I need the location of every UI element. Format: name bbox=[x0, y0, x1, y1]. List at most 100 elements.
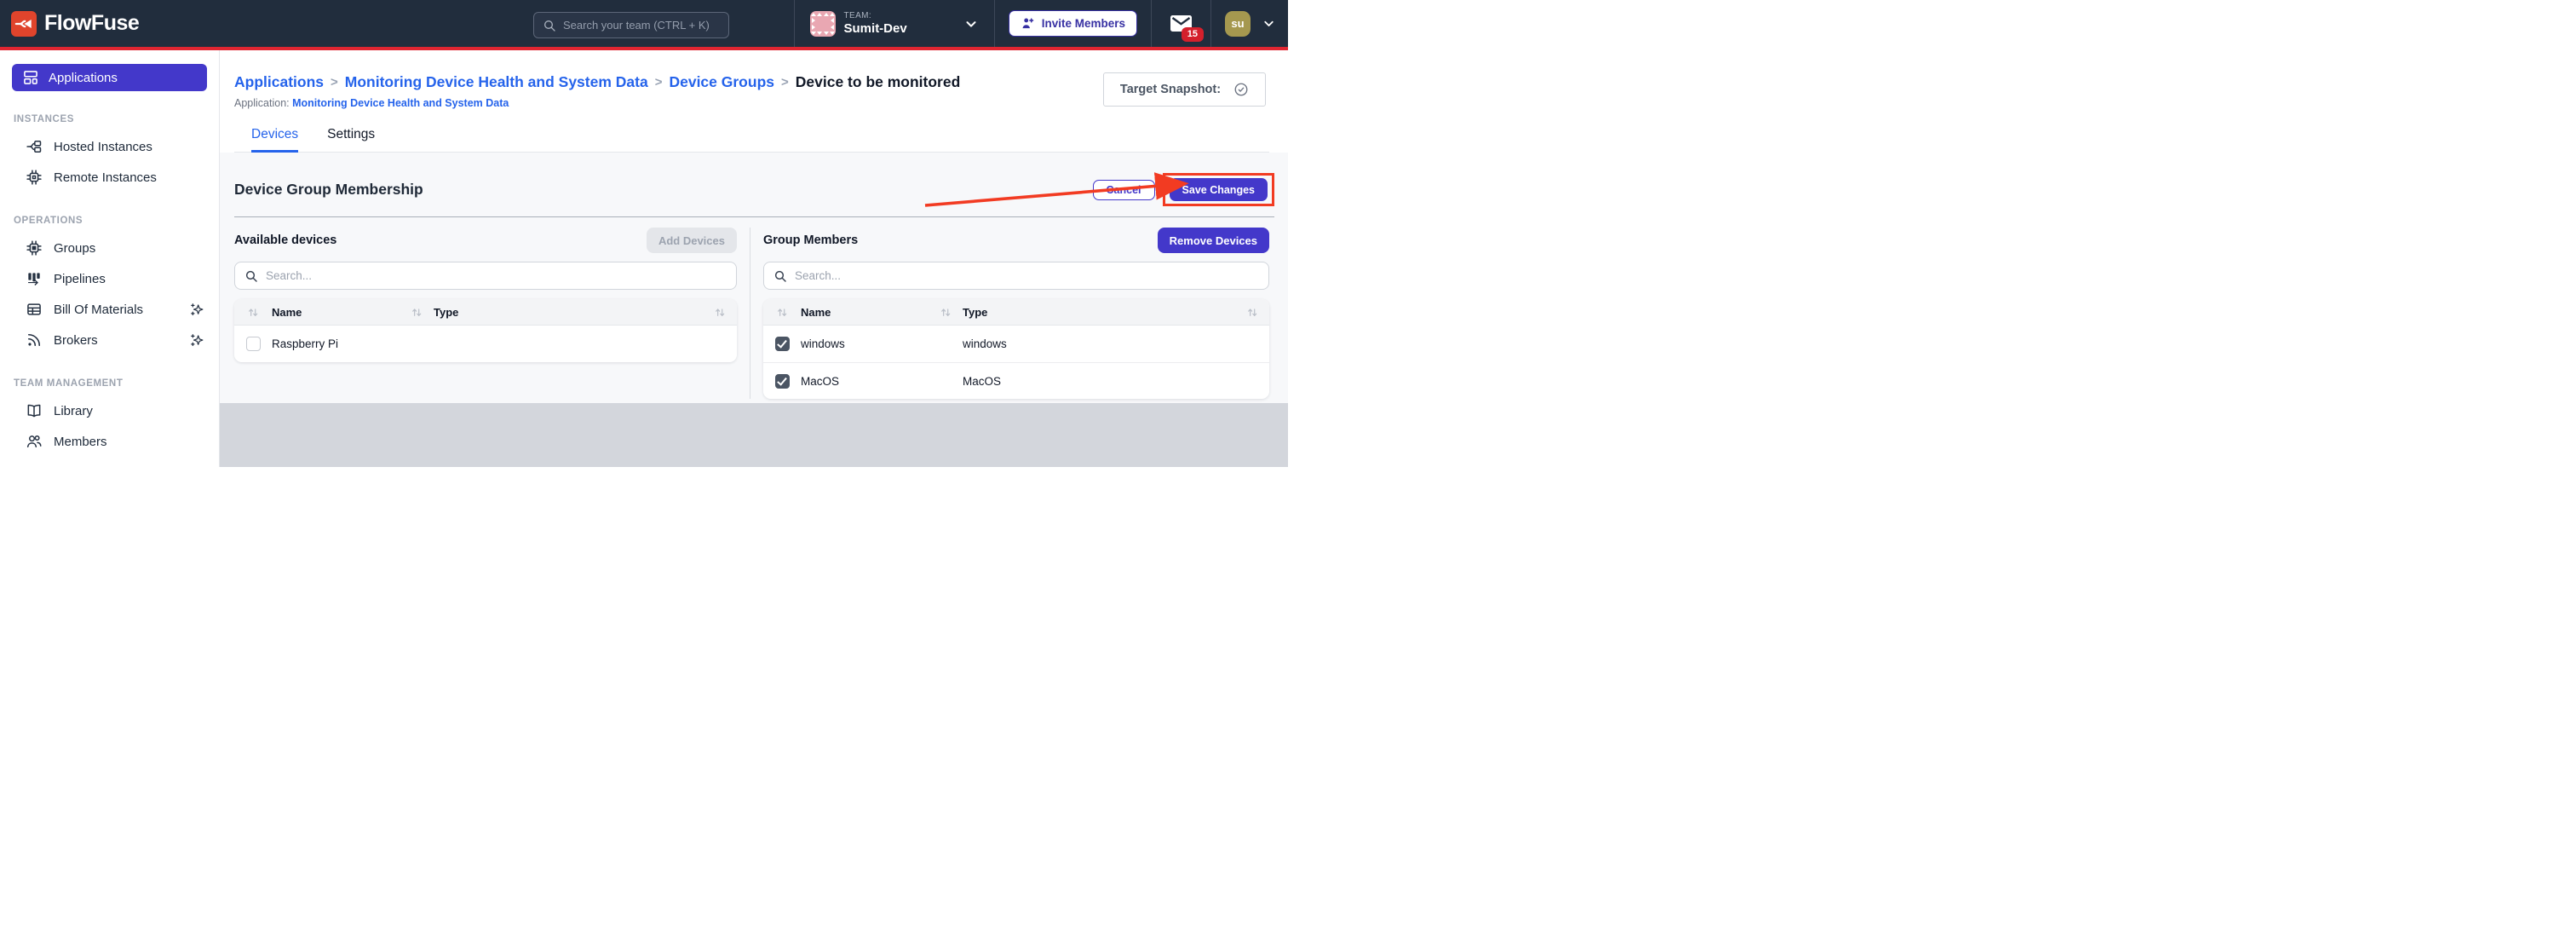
sidebar-item-label: Library bbox=[54, 404, 93, 418]
notifications-button[interactable]: 15 bbox=[1170, 15, 1192, 32]
pipelines-icon bbox=[26, 270, 43, 287]
sidebar: Applications INSTANCES Hosted Instances bbox=[0, 50, 220, 467]
tab-settings[interactable]: Settings bbox=[327, 127, 375, 153]
devices-tab-content: Device Group Membership Cancel Save Chan… bbox=[220, 153, 1288, 467]
row-checkbox[interactable] bbox=[775, 337, 790, 351]
sidebar-item-remote-instances[interactable]: Remote Instances bbox=[0, 162, 219, 193]
tab-devices[interactable]: Devices bbox=[251, 127, 298, 153]
available-devices-header: Available devices Add Devices bbox=[234, 228, 737, 253]
breadcrumb-application-name[interactable]: Monitoring Device Health and System Data bbox=[345, 73, 648, 91]
user-menu[interactable]: su bbox=[1210, 0, 1288, 47]
main-area: Applications > Monitoring Device Health … bbox=[220, 50, 1288, 467]
column-header-select[interactable] bbox=[763, 307, 801, 318]
sidebar-item-label: Remote Instances bbox=[54, 170, 157, 185]
notification-count-badge: 15 bbox=[1182, 27, 1204, 42]
group-members-search[interactable] bbox=[763, 262, 1269, 290]
save-changes-button[interactable]: Save Changes bbox=[1170, 178, 1268, 201]
group-members-panel: Group Members Remove Devices bbox=[763, 228, 1269, 399]
group-members-title: Group Members bbox=[763, 234, 858, 247]
team-label: TEAM: bbox=[844, 11, 907, 21]
brand-name: FlowFuse bbox=[44, 11, 139, 36]
sidebar-item-members[interactable]: Members bbox=[0, 426, 219, 457]
table-icon bbox=[26, 301, 43, 318]
sort-icon bbox=[411, 307, 423, 318]
table-row[interactable]: windows windows bbox=[763, 326, 1269, 362]
search-icon bbox=[543, 19, 556, 32]
hosted-instances-icon bbox=[26, 138, 43, 155]
column-header-select[interactable] bbox=[234, 307, 272, 318]
person-plus-icon bbox=[1021, 16, 1035, 31]
add-devices-button[interactable]: Add Devices bbox=[647, 228, 737, 253]
sort-icon bbox=[714, 307, 726, 318]
column-header-name[interactable]: Name bbox=[801, 306, 963, 319]
sidebar-item-groups[interactable]: Groups bbox=[0, 233, 219, 263]
available-search-input[interactable] bbox=[266, 269, 727, 282]
column-header-type[interactable]: Type bbox=[963, 306, 1269, 319]
top-navbar: FlowFuse TE bbox=[0, 0, 1288, 50]
search-icon bbox=[244, 269, 258, 283]
section-title: Device Group Membership bbox=[234, 181, 423, 199]
sidebar-item-pipelines[interactable]: Pipelines bbox=[0, 263, 219, 294]
chip-icon bbox=[26, 169, 43, 186]
book-icon bbox=[26, 402, 43, 419]
breadcrumb-separator: > bbox=[331, 75, 338, 89]
application-link[interactable]: Monitoring Device Health and System Data bbox=[292, 97, 509, 109]
group-members-header: Group Members Remove Devices bbox=[763, 228, 1269, 253]
device-name-cell: windows bbox=[801, 337, 963, 350]
breadcrumb-applications[interactable]: Applications bbox=[234, 73, 324, 91]
device-type-cell: MacOS bbox=[963, 375, 1269, 388]
sidebar-item-applications[interactable]: Applications bbox=[12, 64, 207, 91]
remove-devices-button[interactable]: Remove Devices bbox=[1158, 228, 1269, 253]
team-selector[interactable]: TEAM: Sumit-Dev bbox=[794, 0, 994, 47]
chip-filled-icon bbox=[26, 239, 43, 257]
cancel-button[interactable]: Cancel bbox=[1093, 180, 1155, 200]
breadcrumb-device-groups[interactable]: Device Groups bbox=[669, 73, 774, 91]
device-type-cell: windows bbox=[963, 337, 1269, 350]
table-row[interactable]: Raspberry Pi bbox=[234, 326, 737, 362]
target-snapshot-label: Target Snapshot: bbox=[1120, 83, 1221, 96]
sidebar-item-brokers[interactable]: Brokers bbox=[0, 325, 219, 355]
sort-icon bbox=[247, 307, 259, 318]
application-label: Application: bbox=[234, 97, 290, 109]
sidebar-item-label: Pipelines bbox=[54, 272, 106, 286]
sidebar-item-label: Members bbox=[54, 435, 107, 449]
breadcrumb-current-page: Device to be monitored bbox=[796, 73, 961, 91]
sidebar-item-hosted-instances[interactable]: Hosted Instances bbox=[0, 131, 219, 162]
rss-icon bbox=[26, 332, 43, 349]
sidebar-item-label: Brokers bbox=[54, 333, 98, 348]
sidebar-item-label: Bill Of Materials bbox=[54, 303, 143, 317]
sidebar-item-label: Groups bbox=[54, 241, 95, 256]
navbar-right: TEAM: Sumit-Dev Invite Members bbox=[794, 0, 1288, 47]
members-search-input[interactable] bbox=[795, 269, 1259, 282]
available-devices-title: Available devices bbox=[234, 234, 336, 247]
team-name: Sumit-Dev bbox=[844, 21, 907, 36]
group-members-table: Name Type bbox=[763, 299, 1269, 399]
brand-logo[interactable]: FlowFuse bbox=[0, 11, 139, 37]
sidebar-section-team-management: TEAM MANAGEMENT bbox=[14, 378, 219, 389]
column-header-name[interactable]: Name bbox=[272, 306, 434, 319]
table-header: Name Type bbox=[763, 299, 1269, 326]
device-name-cell: MacOS bbox=[801, 375, 963, 388]
sort-icon bbox=[940, 307, 952, 318]
column-header-type[interactable]: Type bbox=[434, 306, 737, 319]
team-search-bar[interactable] bbox=[533, 12, 729, 38]
target-snapshot-box: Target Snapshot: bbox=[1103, 72, 1266, 107]
sort-icon bbox=[776, 307, 788, 318]
membership-header: Device Group Membership Cancel Save Chan… bbox=[220, 153, 1288, 206]
search-input[interactable] bbox=[563, 19, 720, 32]
page-background bbox=[220, 403, 1288, 467]
check-circle-icon bbox=[1233, 82, 1249, 97]
chevron-down-icon bbox=[963, 16, 979, 32]
sidebar-item-bill-of-materials[interactable]: Bill Of Materials bbox=[0, 294, 219, 325]
invite-members-button[interactable]: Invite Members bbox=[1009, 10, 1137, 37]
table-row[interactable]: MacOS MacOS bbox=[763, 362, 1269, 399]
flowfuse-logo-icon bbox=[11, 11, 37, 37]
row-checkbox[interactable] bbox=[246, 337, 261, 351]
available-devices-search[interactable] bbox=[234, 262, 737, 290]
page-header: Applications > Monitoring Device Health … bbox=[220, 50, 1288, 153]
invite-members-label: Invite Members bbox=[1042, 17, 1125, 30]
team-meta: TEAM: Sumit-Dev bbox=[844, 11, 907, 36]
row-checkbox[interactable] bbox=[775, 374, 790, 389]
sidebar-item-library[interactable]: Library bbox=[0, 395, 219, 426]
search-icon bbox=[773, 269, 787, 283]
